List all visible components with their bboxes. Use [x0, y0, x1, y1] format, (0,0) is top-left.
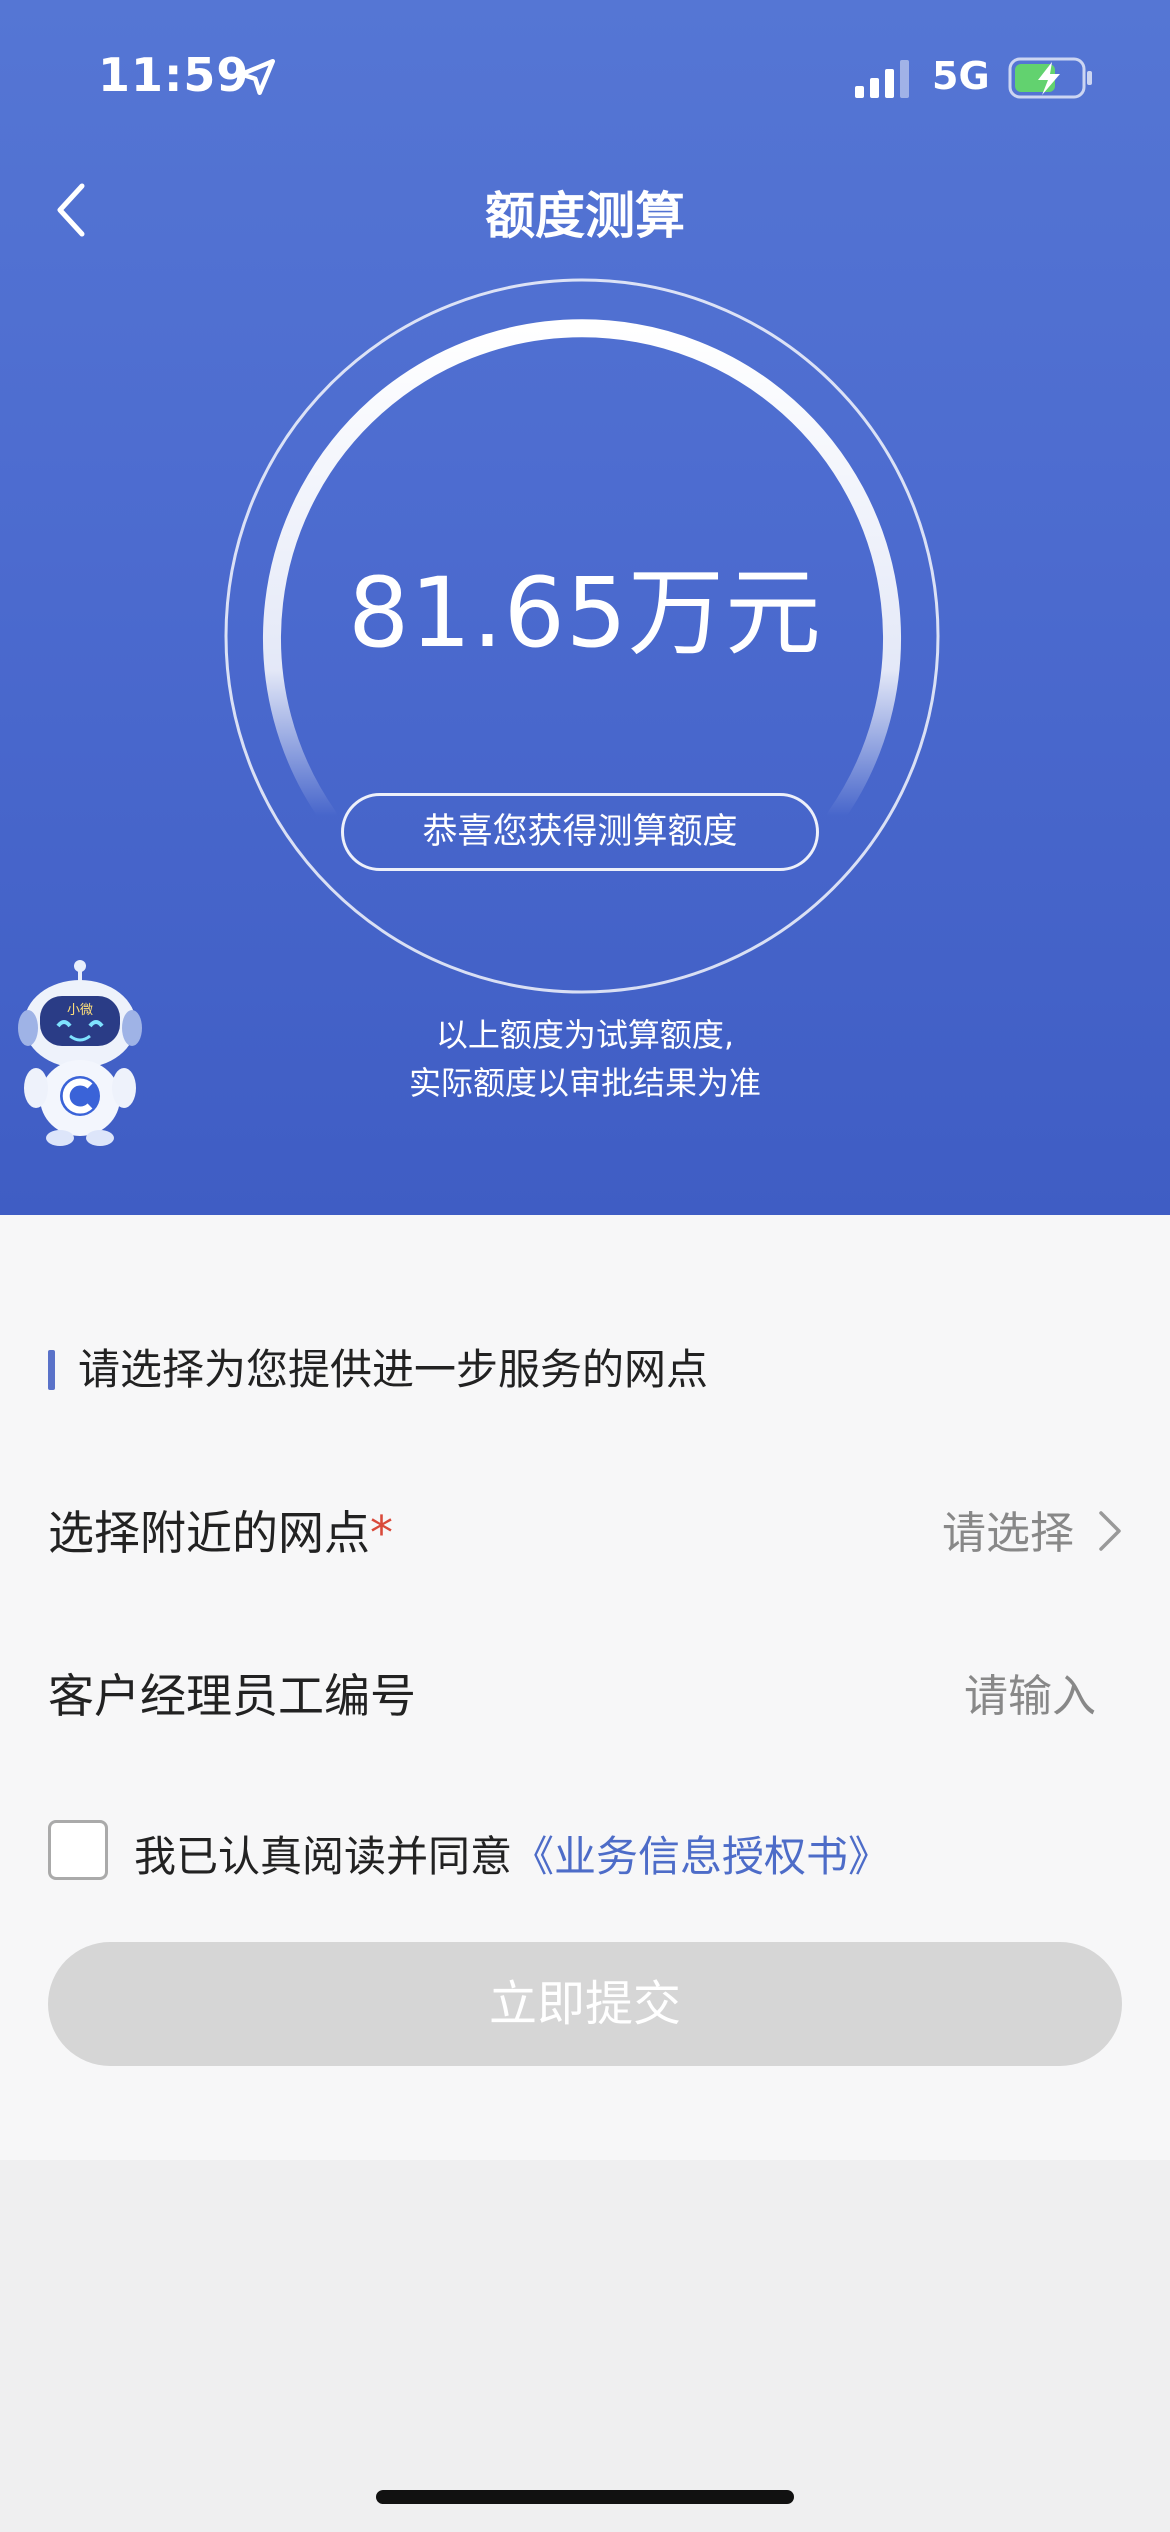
svg-text:小微: 小微	[67, 1003, 93, 1018]
branch-select-field[interactable]: 请选择	[942, 1497, 1074, 1561]
header-banner: 11:59 5G 额度测算 81.65万元 恭喜您获得测算额度 以上额度为试算额…	[0, 0, 1170, 1215]
submit-button[interactable]: 立即提交	[48, 1942, 1122, 2066]
congrats-badge: 恭喜您获得测算额度	[341, 793, 819, 871]
agreement-checkbox[interactable]	[48, 1820, 108, 1880]
branch-select-label: 选择附近的网点*	[48, 1506, 393, 1560]
battery-charging-icon	[1008, 57, 1092, 99]
signal-icon	[855, 60, 909, 98]
agreement-link[interactable]: 《业务信息授权书》	[512, 1832, 890, 1881]
manager-id-label: 客户经理员工编号	[48, 1669, 416, 1723]
manager-id-input[interactable]: 请输入	[964, 1660, 1096, 1724]
section-title: 请选择为您提供进一步服务的网点	[78, 1345, 709, 1394]
status-time: 11:59	[98, 48, 250, 102]
agreement-text: 我已认真阅读并同意《业务信息授权书》	[134, 1832, 891, 1881]
chevron-right-icon[interactable]	[1096, 1508, 1124, 1554]
location-arrow-icon	[238, 58, 276, 96]
home-indicator[interactable]	[376, 2490, 794, 2504]
estimate-note-line2: 实际额度以审批结果为准	[408, 1064, 761, 1102]
robot-mascot-icon[interactable]: 小微	[14, 958, 154, 1148]
estimate-note-line1: 以上额度为试算额度,	[435, 1016, 735, 1054]
credit-amount: 81.65万元	[348, 557, 822, 669]
status-bar: 11:59 5G	[0, 0, 1170, 160]
network-type: 5G	[932, 54, 990, 98]
page-title: 额度测算	[485, 187, 685, 245]
required-mark: *	[370, 1506, 393, 1560]
